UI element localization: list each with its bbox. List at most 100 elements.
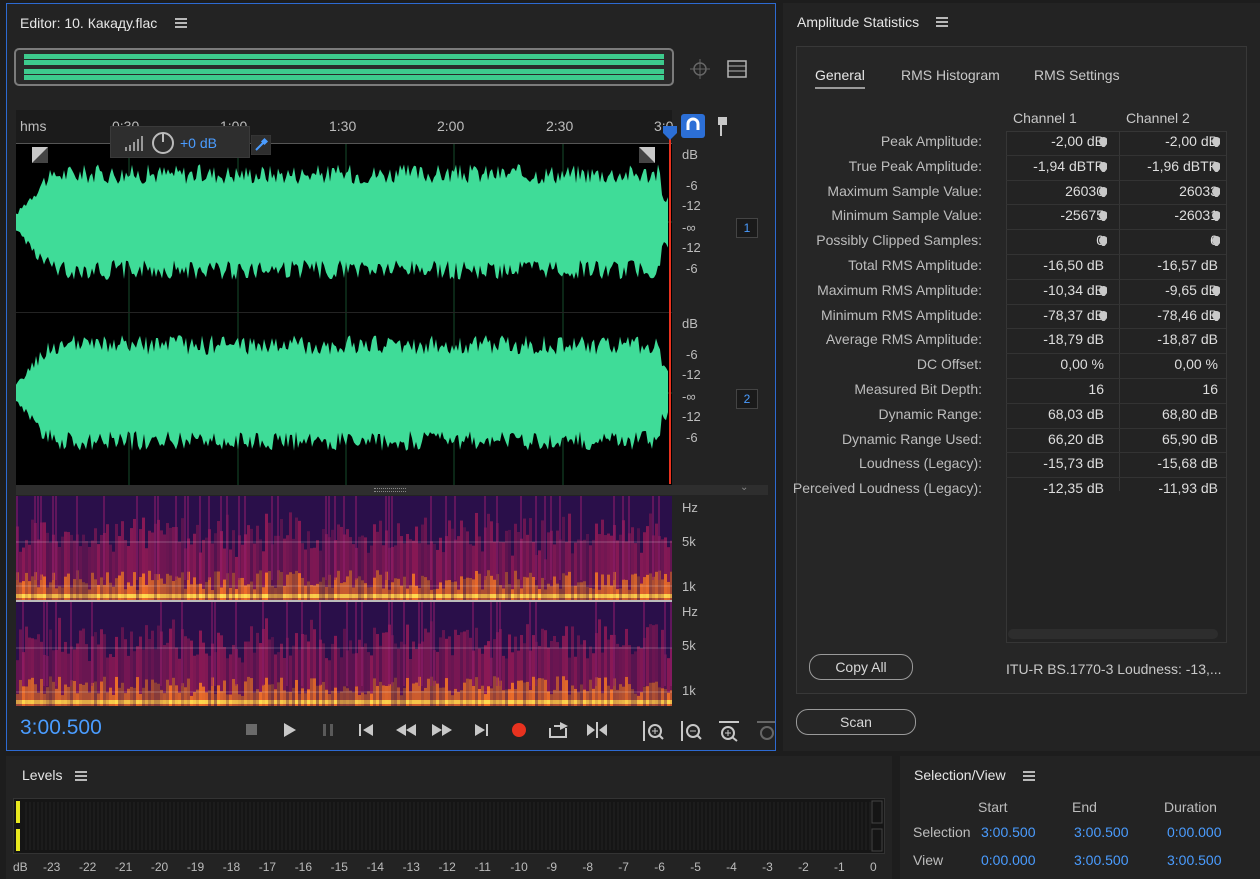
amplitude-statistics-panel: Amplitude Statistics General RMS Histogr…	[783, 3, 1260, 751]
hz-label: Hz	[682, 500, 698, 515]
selection-row-label: Selection	[913, 824, 971, 840]
view-start[interactable]: 0:00.000	[981, 852, 1036, 868]
snap-magnet-icon[interactable]	[681, 114, 705, 138]
selview-title: Selection/View	[914, 767, 1006, 783]
channel-2-badge[interactable]: 2	[736, 389, 758, 409]
zoom-in-time-icon[interactable]	[717, 719, 741, 743]
copy-all-button[interactable]: Copy All	[809, 654, 913, 680]
play-icon[interactable]	[283, 722, 297, 738]
db-label: -6	[686, 430, 698, 445]
zoom-navigator-icon[interactable]	[689, 58, 711, 80]
view-end[interactable]: 3:00.500	[1074, 852, 1129, 868]
rewind-icon[interactable]	[395, 722, 417, 738]
skip-end-icon[interactable]	[474, 722, 490, 738]
meter-scale-label: -1	[834, 860, 845, 874]
overview-waveform[interactable]	[14, 48, 674, 86]
editor-menu-icon[interactable]	[175, 18, 187, 28]
pin-hud-icon[interactable]	[251, 135, 271, 155]
meter-scale-label: -19	[186, 860, 205, 874]
fast-forward-icon[interactable]	[431, 722, 453, 738]
goto-pin-icon[interactable]	[1099, 310, 1107, 321]
marker-pin-icon[interactable]	[717, 116, 729, 138]
meter-scale-label: -18	[222, 860, 241, 874]
goto-pin-icon[interactable]	[1099, 236, 1107, 247]
stop-icon[interactable]	[245, 723, 259, 737]
stat-value-channel-1: -78,37 dB	[1043, 306, 1104, 323]
stat-label: Dynamic Range:	[878, 405, 983, 422]
skip-selection-icon[interactable]	[585, 720, 609, 740]
gain-knob-icon[interactable]	[151, 131, 175, 155]
db-label: -6	[686, 178, 698, 193]
stat-value-channel-1: 66,20 dB	[1047, 430, 1104, 447]
stats-scrollbar[interactable]	[1008, 629, 1218, 639]
db-label: dB	[682, 316, 698, 331]
channel-1-badge[interactable]: 1	[736, 218, 758, 238]
goto-pin-icon[interactable]	[1212, 285, 1220, 296]
waveform-channel-1[interactable]	[16, 144, 672, 312]
zoom-out-time-icon[interactable]	[755, 719, 775, 743]
goto-pin-icon[interactable]	[1099, 161, 1107, 172]
stats-menu-icon[interactable]	[936, 17, 948, 27]
goto-pin-icon[interactable]	[1212, 211, 1220, 222]
waveform-channel-2[interactable]	[16, 313, 672, 485]
meter-scale-label: -9	[546, 860, 558, 874]
tab-general[interactable]: General	[815, 67, 865, 89]
column-header-channel-2[interactable]: Channel 2	[1126, 110, 1190, 126]
stat-value-channel-1: -16,50 dB	[1043, 257, 1104, 273]
db-label: dB	[682, 147, 698, 162]
goto-pin-icon[interactable]	[1212, 137, 1220, 147]
stat-value-channel-2: -16,57 dB	[1157, 257, 1218, 273]
stat-value-channel-2: 65,90 dB	[1161, 430, 1218, 447]
levels-panel: Levels dB -23 -22 -21 -20 -19 -18 -17 -16 -15 -14-…	[6, 756, 892, 879]
skip-start-icon[interactable]	[358, 722, 374, 738]
zoom-in-amplitude-icon[interactable]	[641, 719, 665, 743]
meter-scale-label: -13	[402, 860, 420, 874]
fade-out-handle-icon[interactable]	[639, 147, 655, 163]
record-icon[interactable]	[511, 722, 527, 738]
tab-rms-settings[interactable]: RMS Settings	[1034, 67, 1120, 83]
meter-scale-label: -6	[654, 860, 665, 874]
view-duration[interactable]: 3:00.500	[1167, 852, 1222, 868]
pause-icon[interactable]	[321, 722, 335, 738]
gain-value[interactable]: +0 dB	[180, 135, 217, 151]
goto-pin-icon[interactable]	[1212, 186, 1220, 197]
fade-in-handle-icon[interactable]	[32, 147, 48, 163]
goto-pin-icon[interactable]	[1099, 211, 1107, 222]
levels-menu-icon[interactable]	[75, 771, 87, 781]
selection-start[interactable]: 3:00.500	[981, 824, 1036, 840]
db-label: -12	[682, 367, 701, 382]
goto-pin-icon[interactable]	[1099, 186, 1107, 197]
playhead-handle-icon[interactable]	[663, 126, 677, 140]
goto-pin-icon[interactable]	[1212, 236, 1220, 247]
header-start: Start	[978, 799, 1008, 815]
stats-title: Amplitude Statistics	[797, 14, 920, 30]
scan-button[interactable]: Scan	[796, 709, 916, 735]
display-toggle-icon[interactable]	[727, 60, 747, 78]
db-label: -∞	[682, 220, 696, 235]
goto-pin-icon[interactable]	[1212, 161, 1220, 172]
goto-pin-icon[interactable]	[1099, 285, 1107, 296]
goto-pin-icon[interactable]	[1099, 137, 1107, 147]
level-meter	[13, 798, 885, 854]
selection-end[interactable]: 3:00.500	[1074, 824, 1129, 840]
db-label: -6	[686, 261, 698, 276]
column-header-channel-1[interactable]: Channel 1	[1013, 110, 1077, 126]
selection-duration[interactable]: 0:00.000	[1167, 824, 1222, 840]
playhead-line[interactable]	[669, 126, 671, 484]
stat-value-channel-1: -10,34 dB	[1043, 281, 1104, 298]
hud-gain[interactable]: +0 dB	[110, 126, 250, 158]
zoom-out-amplitude-icon[interactable]	[679, 719, 703, 743]
hz-label: Hz	[682, 604, 698, 619]
selection-view-panel: Selection/View Start End Duration Select…	[900, 756, 1260, 879]
loop-icon[interactable]	[548, 720, 570, 740]
stat-value-channel-1: -2,00 dB	[1051, 133, 1104, 149]
tab-rms-histogram[interactable]: RMS Histogram	[901, 67, 1000, 83]
spectral-divider[interactable]: ⌄	[16, 482, 768, 495]
meter-scale-label: -23	[43, 860, 61, 874]
stat-value-channel-1: 0,00 %	[1060, 356, 1104, 373]
selview-menu-icon[interactable]	[1023, 771, 1035, 781]
goto-pin-icon[interactable]	[1212, 310, 1220, 321]
chevron-down-icon[interactable]: ⌄	[740, 482, 748, 493]
spectral-display[interactable]	[16, 496, 672, 706]
editor-panel: Editor: 10. Какаду.flac hms 0:30 1:00 1:…	[6, 3, 776, 751]
